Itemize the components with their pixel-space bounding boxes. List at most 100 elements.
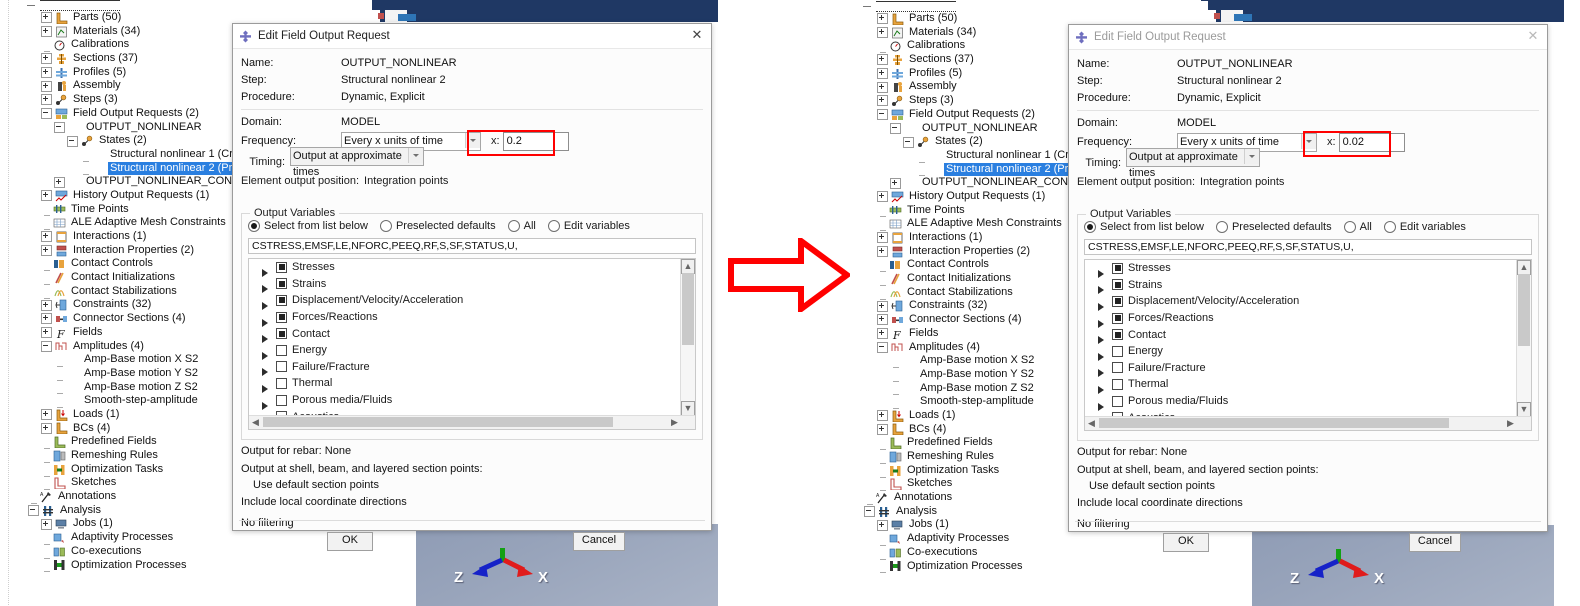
output-variable-row[interactable]: Forces/Reactions [249,309,695,327]
tree-collapse-icon[interactable] [41,108,52,120]
radio-edit-variables[interactable] [547,220,560,232]
tree-collapse-icon[interactable] [890,122,901,134]
output-variable-row[interactable]: Thermal [1085,376,1531,394]
listbox-horizontal-scrollbar[interactable]: ◀ ▶ [1085,416,1531,430]
tree-expand-icon[interactable] [41,409,52,421]
tree-collapse-icon[interactable] [877,109,888,121]
radio-select-from-list-below[interactable] [248,220,260,232]
tree-expand-icon[interactable] [41,231,52,243]
tree-expand-icon[interactable] [877,423,888,435]
tree-item-clipped-top[interactable] [846,1,1208,12]
radio-all[interactable] [1343,221,1356,233]
timing-combobox[interactable]: Output at approximate times [290,146,424,178]
radio-select-from-list-below[interactable] [1084,221,1096,233]
scroll-up-icon[interactable]: ▲ [1517,260,1531,275]
tree-collapse-icon[interactable] [67,135,78,147]
tree-collapse-icon[interactable] [877,341,888,353]
listbox-horizontal-scrollbar[interactable]: ◀ ▶ [249,415,695,429]
timing-combobox[interactable]: Output at approximate times [1126,147,1260,179]
checkbox-contact[interactable] [1112,329,1123,341]
output-variable-row[interactable]: Displacement/Velocity/Acceleration [249,292,695,310]
output-variable-row[interactable]: Stresses [1085,260,1531,278]
tree-collapse-icon[interactable] [903,136,914,148]
tree-expand-icon[interactable] [877,81,888,93]
output-variable-row[interactable]: Energy [249,342,695,360]
checkbox-strains[interactable] [276,278,287,290]
output-variables-listbox[interactable]: Stresses Strains Displacement/Velocity/Acc… [1084,259,1532,431]
output-variable-row[interactable]: Energy [1085,343,1531,361]
scrollbar-thumb[interactable] [1518,274,1530,346]
close-icon[interactable]: ✕ [690,28,704,42]
tree-expand-icon[interactable] [877,13,888,25]
tree-expand-icon[interactable] [41,518,52,530]
tree-expand-icon[interactable] [41,327,52,339]
output-variable-row[interactable]: Forces/Reactions [1085,310,1531,328]
tree-expand-icon[interactable] [877,519,888,531]
output-variables-text-input[interactable] [1084,239,1532,255]
tree-expand-icon[interactable] [877,328,888,340]
tree-collapse-icon[interactable] [54,121,65,133]
tree-expand-icon[interactable] [41,26,52,38]
output-variable-row[interactable]: Porous media/Fluids [249,392,695,410]
scroll-right-icon[interactable]: ▶ [1504,417,1517,430]
output-variable-row[interactable]: Strains [249,276,695,294]
tree-expand-icon[interactable] [877,191,888,203]
tree-expand-icon[interactable] [877,68,888,80]
radio-preselected-defaults[interactable] [1215,221,1228,233]
dialog-titlebar[interactable]: Edit Field Output Request ✕ [1069,25,1547,50]
tree-item-adaptivity-processes[interactable]: Adaptivity Processes [0,531,372,545]
tree-expand-icon[interactable] [41,53,52,65]
tree-item-optimization-processes[interactable]: Optimization Processes [846,560,1208,574]
tree-collapse-icon[interactable] [41,340,52,352]
scrollbar-thumb[interactable] [682,273,694,345]
tree-expand-icon[interactable] [41,299,52,311]
checkbox-failure-fracture[interactable] [276,361,287,373]
tree-expand-icon[interactable] [890,177,901,189]
tree-expand-icon[interactable] [41,80,52,92]
checkbox-displacement-velocity-acceleration[interactable] [1112,295,1123,307]
output-variables-listbox[interactable]: Stresses Strains Displacement/Velocity/Acc… [248,258,696,430]
output-variables-text-input[interactable] [248,238,696,254]
ok-button[interactable]: OK [1163,533,1209,552]
viewport-3d[interactable]: Z X [416,524,718,606]
tree-expand-icon[interactable] [41,422,52,434]
scroll-up-icon[interactable]: ▲ [681,259,695,274]
checkbox-thermal[interactable] [276,377,287,389]
tree-expand-icon[interactable] [41,190,52,202]
scroll-left-icon[interactable]: ◀ [1085,417,1098,430]
tree-expand-icon[interactable] [877,314,888,326]
tree-expand-icon[interactable] [877,410,888,422]
output-variable-row[interactable]: Porous media/Fluids [1085,393,1531,411]
checkbox-porous-media-fluids[interactable] [276,394,287,406]
output-variable-row[interactable]: Contact [1085,326,1531,345]
tree-item-clipped-top[interactable] [0,0,372,11]
checkbox-thermal[interactable] [1112,378,1123,390]
tree-item-co-executions[interactable]: Co-executions [0,545,372,559]
tree-expand-icon[interactable] [877,232,888,244]
tree-expand-icon[interactable] [41,313,52,325]
checkbox-stresses[interactable] [1112,262,1123,274]
hscrollbar-thumb[interactable] [263,417,613,427]
scroll-right-icon[interactable]: ▶ [668,416,681,429]
tree-expand-icon[interactable] [41,245,52,257]
scroll-left-icon[interactable]: ◀ [249,416,262,429]
tree-expand-icon[interactable] [877,246,888,258]
scroll-down-icon[interactable]: ▼ [1517,402,1531,417]
ok-button[interactable]: OK [327,532,373,551]
hscrollbar-thumb[interactable] [1099,418,1449,428]
edit-field-output-request-dialog[interactable]: Edit Field Output Request ✕ Name: OUTPUT_… [232,23,712,551]
tree-expand-icon[interactable] [41,94,52,106]
checkbox-forces-reactions[interactable] [276,311,287,323]
checkbox-stresses[interactable] [276,261,287,273]
tree-expand-icon[interactable] [877,27,888,39]
checkbox-energy[interactable] [1112,345,1123,357]
cancel-button[interactable]: Cancel [573,532,625,551]
tree-expand-icon[interactable] [41,12,52,24]
tree-item-optimization-processes[interactable]: Optimization Processes [0,559,372,573]
dialog-titlebar[interactable]: Edit Field Output Request ✕ [233,24,711,49]
checkbox-strains[interactable] [1112,279,1123,291]
output-variable-row[interactable]: Failure/Fracture [249,359,695,377]
output-variable-row[interactable]: Stresses [249,259,695,277]
output-variable-row[interactable]: Displacement/Velocity/Acceleration [1085,293,1531,311]
scroll-down-icon[interactable]: ▼ [681,401,695,416]
